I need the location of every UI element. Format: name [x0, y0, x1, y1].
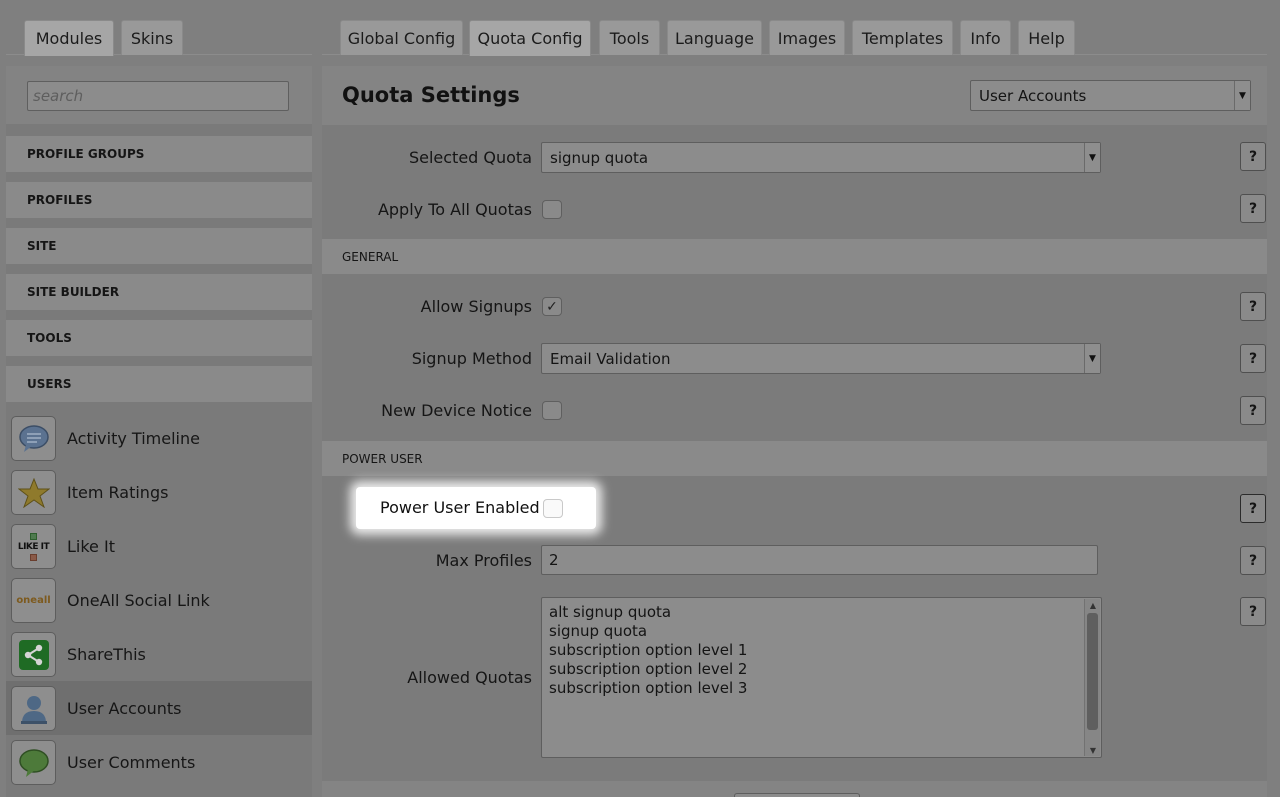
apply-all-checkbox[interactable]	[542, 200, 562, 219]
tab-help[interactable]: Help	[1018, 20, 1075, 55]
module-label: User Accounts	[67, 698, 182, 718]
module-select-value: User Accounts	[979, 86, 1087, 105]
like-it-icon-text: LIKE IT	[17, 541, 50, 552]
scrollbar[interactable]: ▲ ▼	[1084, 599, 1100, 756]
signup-method-label: Signup Method	[411, 349, 532, 368]
tab-bar: Modules Skins Global Config Quota Config…	[0, 0, 1280, 56]
module-label: User Comments	[67, 752, 196, 772]
module-label: ShareThis	[67, 644, 146, 664]
group-users[interactable]: USERS	[6, 366, 312, 402]
like-it-icon: LIKE IT	[11, 524, 56, 569]
group-site-builder[interactable]: SITE BUILDER	[6, 274, 312, 310]
search-area	[6, 66, 312, 124]
list-item[interactable]: subscription option level 3	[549, 679, 747, 697]
checkmark-icon: ✓	[546, 298, 558, 315]
tab-global-config[interactable]: Global Config	[340, 20, 463, 55]
module-sharethis[interactable]: ShareThis	[6, 627, 312, 681]
power-user-enabled-row: Power User Enabled	[356, 487, 596, 529]
list-item[interactable]: alt signup quota	[549, 603, 671, 621]
help-button[interactable]: ?	[1240, 142, 1266, 171]
module-label: Item Ratings	[67, 482, 169, 502]
page-title: Quota Settings	[342, 83, 520, 107]
search-input[interactable]	[27, 81, 289, 111]
group-profile-groups[interactable]: PROFILE GROUPS	[6, 136, 312, 172]
sidebar: PROFILE GROUPS PROFILES SITE SITE BUILDE…	[6, 66, 312, 797]
tab-quota-config[interactable]: Quota Config	[469, 20, 591, 56]
module-label: Activity Timeline	[67, 428, 200, 448]
selected-quota-value: signup quota	[550, 148, 649, 167]
module-activity-timeline[interactable]: Activity Timeline	[6, 411, 312, 465]
tab-language[interactable]: Language	[667, 20, 762, 55]
tab-images[interactable]: Images	[769, 20, 845, 55]
module-item-ratings[interactable]: Item Ratings	[6, 465, 312, 519]
allowed-quotas-listbox[interactable]: alt signup quota signup quota subscripti…	[541, 597, 1102, 758]
help-button[interactable]: ?	[1240, 344, 1266, 373]
help-button[interactable]: ?	[1240, 194, 1266, 223]
star-icon	[11, 470, 56, 515]
chevron-down-icon: ▼	[1084, 143, 1100, 172]
list-item[interactable]: subscription option level 1	[549, 641, 747, 659]
quota-settings-panel: Quota Settings User Accounts ▼ Selected …	[322, 66, 1267, 797]
save-button[interactable]	[734, 793, 860, 797]
module-label: OneAll Social Link	[67, 590, 210, 610]
help-button[interactable]: ?	[1240, 396, 1266, 425]
comment-icon	[11, 740, 56, 785]
tab-info[interactable]: Info	[960, 20, 1011, 55]
panel-header: Quota Settings User Accounts ▼	[322, 66, 1267, 125]
tab-templates[interactable]: Templates	[852, 20, 953, 55]
signup-method-select[interactable]: Email Validation ▼	[541, 343, 1101, 374]
chevron-down-icon: ▼	[1234, 81, 1250, 110]
speech-bubble-icon	[11, 416, 56, 461]
max-profiles-label: Max Profiles	[435, 551, 532, 570]
selected-quota-label: Selected Quota	[408, 148, 532, 167]
scrollbar-thumb[interactable]	[1087, 613, 1098, 730]
power-user-enabled-checkbox[interactable]	[543, 499, 563, 518]
max-profiles-value: 2	[549, 551, 559, 569]
allow-signups-checkbox[interactable]: ✓	[542, 297, 562, 316]
module-like-it[interactable]: LIKE IT Like It	[6, 519, 312, 573]
oneall-icon: oneall	[11, 578, 56, 623]
help-button[interactable]: ?	[1240, 292, 1266, 321]
list-item[interactable]: subscription option level 2	[549, 660, 747, 678]
apply-all-label: Apply To All Quotas	[377, 200, 532, 219]
group-site[interactable]: SITE	[6, 228, 312, 264]
selected-quota-select[interactable]: signup quota ▼	[541, 142, 1101, 173]
allow-signups-label: Allow Signups	[420, 297, 532, 316]
tab-modules[interactable]: Modules	[24, 20, 114, 56]
help-button[interactable]: ?	[1240, 494, 1266, 523]
list-item[interactable]: signup quota	[549, 622, 647, 640]
module-user-accounts[interactable]: User Accounts	[6, 681, 312, 735]
chevron-down-icon[interactable]: ▼	[1085, 744, 1101, 756]
chevron-down-icon: ▼	[1084, 344, 1100, 373]
max-profiles-input[interactable]: 2	[541, 545, 1098, 575]
tab-tools[interactable]: Tools	[599, 20, 660, 55]
module-select[interactable]: User Accounts ▼	[970, 80, 1251, 111]
module-user-comments[interactable]: User Comments	[6, 735, 312, 789]
chevron-up-icon[interactable]: ▲	[1085, 599, 1101, 611]
panel-footer	[322, 781, 1267, 797]
power-user-enabled-label: Power User Enabled	[380, 498, 540, 517]
user-icon	[11, 686, 56, 731]
tab-skins[interactable]: Skins	[121, 20, 183, 55]
module-label: Like It	[67, 536, 115, 556]
allowed-quotas-label: Allowed Quotas	[407, 668, 532, 687]
section-general: GENERAL	[322, 239, 1267, 274]
module-oneall-social-link[interactable]: oneall OneAll Social Link	[6, 573, 312, 627]
help-button[interactable]: ?	[1240, 546, 1266, 575]
new-device-label: New Device Notice	[381, 401, 532, 420]
share-icon	[11, 632, 56, 677]
new-device-checkbox[interactable]	[542, 401, 562, 420]
help-button[interactable]: ?	[1240, 597, 1266, 626]
oneall-icon-text: oneall	[16, 595, 51, 606]
group-tools[interactable]: TOOLS	[6, 320, 312, 356]
group-profiles[interactable]: PROFILES	[6, 182, 312, 218]
section-power-user: POWER USER	[322, 441, 1267, 476]
signup-method-value: Email Validation	[550, 349, 671, 368]
